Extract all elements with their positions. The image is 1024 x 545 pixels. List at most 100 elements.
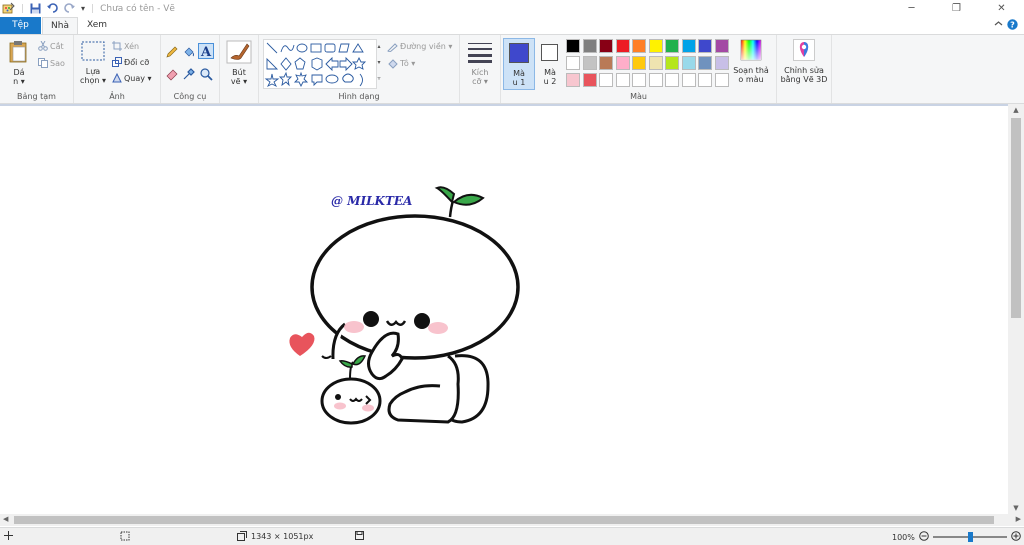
select-button[interactable]: Lựa chọn ▾: [78, 41, 108, 89]
color-2-button[interactable]: Mà u 2: [537, 38, 563, 90]
magnifier-icon[interactable]: [199, 67, 213, 84]
colors-group-label: Màu: [630, 92, 647, 101]
paste-button[interactable]: Dá n ▾: [6, 40, 32, 90]
color-1-swatch: [509, 43, 529, 63]
palette-swatch[interactable]: [615, 39, 630, 53]
customize-toolbar-icon[interactable]: ▾: [81, 4, 85, 13]
separator: |: [21, 3, 25, 14]
palette-swatch[interactable]: [582, 73, 597, 87]
palette-swatch[interactable]: [566, 73, 580, 87]
palette-swatch[interactable]: [599, 56, 613, 70]
horizontal-scrollbar[interactable]: ◀ ▶: [0, 514, 1024, 526]
fill-icon: [388, 59, 398, 69]
tab-home[interactable]: Nhà: [42, 17, 78, 34]
paint-app-icon[interactable]: [2, 2, 15, 15]
fill-bucket-icon[interactable]: [182, 45, 196, 62]
line-size-icon: [468, 43, 492, 63]
tab-file[interactable]: Tệp: [0, 17, 41, 34]
palette-swatch[interactable]: [582, 39, 597, 53]
big-head: [310, 214, 520, 360]
scroll-right-icon[interactable]: ▶: [1016, 515, 1021, 523]
palette-swatch[interactable]: [615, 73, 630, 87]
size-group: Kích cỡ ▾: [460, 35, 501, 103]
paste-label-2: n ▾: [13, 77, 25, 86]
scissors-icon: [38, 41, 48, 51]
color-1-button[interactable]: Mà u 1: [503, 38, 535, 90]
palette-swatch[interactable]: [681, 56, 696, 70]
palette-swatch[interactable]: [582, 56, 597, 70]
heart-icon: [289, 332, 315, 356]
color-picker-icon[interactable]: [182, 67, 196, 84]
edit-with-paint3d-button[interactable]: Chỉnh sửa bằng Vẽ 3D: [779, 39, 829, 89]
palette-swatch[interactable]: [599, 39, 613, 53]
save-icon[interactable]: [30, 3, 41, 14]
maximize-button[interactable]: ❐: [934, 0, 979, 17]
palette-swatch[interactable]: [632, 39, 646, 53]
cut-label: Cắt: [50, 41, 64, 51]
palette-swatch[interactable]: [632, 56, 646, 70]
palette-swatch[interactable]: [632, 73, 646, 87]
zoom-out-icon[interactable]: [919, 531, 929, 543]
size-button[interactable]: Kích cỡ ▾: [464, 41, 496, 89]
palette-swatch[interactable]: [714, 56, 729, 70]
close-button[interactable]: ✕: [979, 0, 1024, 17]
undo-icon[interactable]: [47, 3, 58, 14]
collapse-ribbon-icon[interactable]: [994, 19, 1003, 33]
palette-swatch[interactable]: [615, 56, 630, 70]
palette-swatch[interactable]: [648, 39, 663, 53]
image-group: Lựa chọn ▾ Xén Đổi cỡ Quay ▾ Ảnh: [74, 35, 161, 103]
fill-button[interactable]: Tô ▾: [387, 58, 415, 69]
shapes-gallery[interactable]: [263, 39, 377, 89]
drawing-canvas[interactable]: @ MILKTEA: [0, 106, 1008, 514]
redo-icon[interactable]: [64, 3, 76, 14]
zoom-slider-thumb[interactable]: [967, 532, 973, 542]
paste-label-1: Dá: [13, 68, 25, 77]
palette-swatch[interactable]: [566, 39, 580, 53]
palette-swatch[interactable]: [698, 56, 712, 70]
copy-button[interactable]: Sao: [38, 58, 65, 68]
pencil-icon[interactable]: [165, 45, 179, 62]
minimize-button[interactable]: ─: [889, 0, 934, 17]
scroll-left-icon[interactable]: ◀: [3, 515, 8, 523]
zoom-slider[interactable]: [932, 532, 1007, 542]
vertical-scrollbar[interactable]: ▲ ▼: [1008, 104, 1024, 514]
zoom-in-icon[interactable]: [1011, 531, 1021, 543]
brushes-button[interactable]: Bút vẽ ▾: [224, 40, 254, 90]
shapes-icons: [264, 42, 367, 88]
select-label-2: chọn ▾: [80, 76, 106, 85]
color-palette: [566, 39, 736, 89]
palette-swatch[interactable]: [665, 39, 679, 53]
shapes-scroll[interactable]: ▴ ▾ ▿: [375, 39, 383, 87]
outline-button[interactable]: Đường viền ▾: [387, 41, 452, 52]
palette-swatch[interactable]: [599, 73, 613, 87]
text-tool-icon[interactable]: A: [198, 43, 214, 62]
edit-colors-label-1: Soạn thả: [733, 66, 769, 75]
palette-swatch[interactable]: [566, 56, 580, 70]
vertical-scroll-thumb[interactable]: [1011, 118, 1021, 318]
eraser-icon[interactable]: [165, 67, 179, 84]
palette-swatch[interactable]: [698, 73, 712, 87]
edit-colors-button[interactable]: Soạn thả o màu: [729, 39, 773, 89]
palette-swatch[interactable]: [665, 56, 679, 70]
palette-swatch[interactable]: [714, 73, 729, 87]
rotate-button[interactable]: Quay ▾: [112, 73, 152, 83]
horizontal-scroll-thumb[interactable]: [14, 516, 994, 524]
right-blush: [428, 322, 448, 334]
scroll-up-icon[interactable]: ▲: [1008, 106, 1024, 114]
canvas-area: @ MILKTEA: [0, 104, 1024, 514]
resize-button[interactable]: Đổi cỡ: [112, 57, 149, 67]
tab-view[interactable]: Xem: [82, 17, 112, 34]
palette-swatch[interactable]: [714, 39, 729, 53]
palette-swatch[interactable]: [665, 73, 679, 87]
cut-button[interactable]: Cắt: [38, 41, 64, 51]
palette-swatch[interactable]: [681, 73, 696, 87]
palette-swatch[interactable]: [648, 73, 663, 87]
scroll-down-icon[interactable]: ▼: [1008, 504, 1024, 512]
palette-swatch[interactable]: [681, 39, 696, 53]
palette-swatch[interactable]: [698, 39, 712, 53]
palette-swatch[interactable]: [648, 56, 663, 70]
help-icon[interactable]: ?: [1007, 19, 1018, 33]
crop-button[interactable]: Xén: [112, 41, 139, 51]
ribbon-tabs: Tệp Nhà Xem ?: [0, 17, 1024, 34]
quick-access-toolbar: | ▾ |: [0, 2, 94, 15]
